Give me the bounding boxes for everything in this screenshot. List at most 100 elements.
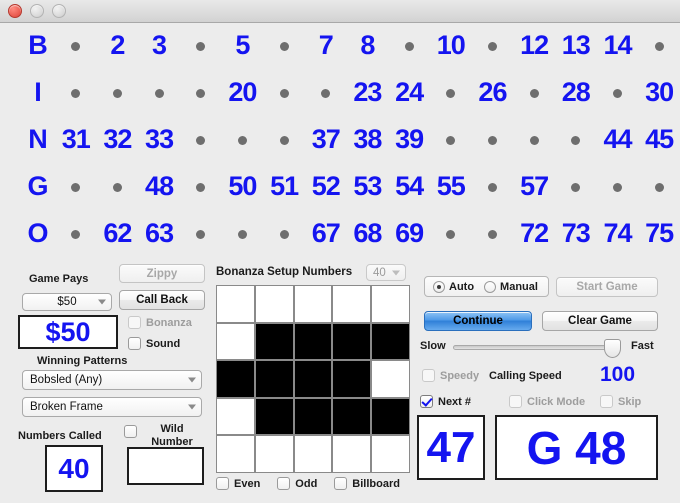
- board-cell[interactable]: 38: [347, 126, 389, 153]
- bonanza-grid[interactable]: [216, 285, 410, 473]
- bonanza-cell[interactable]: [256, 324, 293, 360]
- winning-pattern-2-select[interactable]: Broken Frame: [22, 397, 202, 417]
- bonanza-cell[interactable]: [333, 324, 370, 360]
- speed-slider-knob[interactable]: [604, 339, 621, 358]
- next-number-checkbox[interactable]: [420, 395, 433, 408]
- board-cell[interactable]: [555, 173, 597, 200]
- odd-checkbox[interactable]: [277, 477, 290, 490]
- board-cell[interactable]: 26: [472, 79, 514, 106]
- bonanza-cell[interactable]: [372, 436, 409, 472]
- board-cell[interactable]: 5: [222, 32, 264, 59]
- board-cell[interactable]: [472, 126, 514, 153]
- board-cell[interactable]: [55, 79, 97, 106]
- skip-checkbox-row[interactable]: Skip: [600, 395, 641, 408]
- board-cell[interactable]: [638, 32, 680, 59]
- bonanza-cell[interactable]: [256, 399, 293, 435]
- board-cell[interactable]: 10: [430, 32, 472, 59]
- board-cell[interactable]: [430, 79, 472, 106]
- bonanza-cell[interactable]: [217, 324, 254, 360]
- speedy-checkbox[interactable]: [422, 369, 435, 382]
- board-cell[interactable]: 37: [305, 126, 347, 153]
- bonanza-cell[interactable]: [372, 399, 409, 435]
- board-cell[interactable]: 20: [222, 79, 264, 106]
- bonanza-cell[interactable]: [372, 324, 409, 360]
- next-number-checkbox-row[interactable]: Next #: [420, 395, 471, 408]
- bonanza-cell[interactable]: [256, 361, 293, 397]
- board-cell[interactable]: [55, 32, 97, 59]
- clear-game-button[interactable]: Clear Game: [542, 311, 658, 331]
- board-cell[interactable]: 75: [638, 220, 680, 247]
- board-cell[interactable]: 45: [638, 126, 680, 153]
- skip-checkbox[interactable]: [600, 395, 613, 408]
- bonanza-cell[interactable]: [333, 361, 370, 397]
- board-cell[interactable]: [597, 173, 639, 200]
- board-cell[interactable]: [97, 173, 139, 200]
- board-cell[interactable]: 68: [347, 220, 389, 247]
- close-icon[interactable]: [8, 4, 22, 18]
- board-cell[interactable]: [555, 126, 597, 153]
- board-cell[interactable]: 48: [138, 173, 180, 200]
- board-cell[interactable]: 30: [638, 79, 680, 106]
- board-cell[interactable]: [180, 32, 222, 59]
- click-mode-checkbox-row[interactable]: Click Mode: [509, 395, 585, 408]
- board-cell[interactable]: 31: [55, 126, 97, 153]
- billboard-checkbox[interactable]: [334, 477, 347, 490]
- manual-radio-row[interactable]: Manual: [484, 281, 538, 293]
- board-cell[interactable]: 32: [97, 126, 139, 153]
- speed-slider-track[interactable]: [453, 345, 621, 350]
- board-cell[interactable]: [513, 79, 555, 106]
- board-cell[interactable]: 28: [555, 79, 597, 106]
- billboard-checkbox-row[interactable]: Billboard: [334, 477, 400, 490]
- bonanza-cell[interactable]: [372, 286, 409, 322]
- wild-number-input[interactable]: [127, 447, 204, 485]
- board-cell[interactable]: [638, 173, 680, 200]
- bonanza-checkbox[interactable]: [128, 316, 141, 329]
- board-cell[interactable]: 8: [347, 32, 389, 59]
- board-cell[interactable]: [388, 32, 430, 59]
- even-checkbox-row[interactable]: Even: [216, 477, 260, 490]
- bonanza-cell[interactable]: [256, 286, 293, 322]
- board-cell[interactable]: [597, 79, 639, 106]
- board-cell[interactable]: [180, 220, 222, 247]
- board-cell[interactable]: [180, 173, 222, 200]
- board-cell[interactable]: 73: [555, 220, 597, 247]
- board-cell[interactable]: [222, 220, 264, 247]
- bonanza-cell[interactable]: [217, 286, 254, 322]
- board-cell[interactable]: 57: [513, 173, 555, 200]
- board-cell[interactable]: [222, 126, 264, 153]
- board-cell[interactable]: 53: [347, 173, 389, 200]
- board-cell[interactable]: [55, 220, 97, 247]
- bonanza-count-select[interactable]: 40: [366, 264, 406, 281]
- board-cell[interactable]: [180, 126, 222, 153]
- board-cell[interactable]: 7: [305, 32, 347, 59]
- board-cell[interactable]: [472, 32, 514, 59]
- board-cell[interactable]: 55: [430, 173, 472, 200]
- bonanza-cell[interactable]: [333, 436, 370, 472]
- bonanza-cell[interactable]: [217, 436, 254, 472]
- start-game-button[interactable]: Start Game: [556, 277, 658, 297]
- board-cell[interactable]: [263, 220, 305, 247]
- winning-pattern-1-select[interactable]: Bobsled (Any): [22, 370, 202, 390]
- bonanza-cell[interactable]: [256, 436, 293, 472]
- bonanza-cell[interactable]: [217, 361, 254, 397]
- game-pays-select[interactable]: $50: [22, 293, 112, 311]
- board-cell[interactable]: [55, 173, 97, 200]
- board-cell[interactable]: 24: [388, 79, 430, 106]
- board-cell[interactable]: 51: [263, 173, 305, 200]
- auto-radio[interactable]: [433, 281, 445, 293]
- board-cell[interactable]: [472, 220, 514, 247]
- zoom-icon[interactable]: [52, 4, 66, 18]
- zippy-button[interactable]: Zippy: [119, 264, 205, 283]
- board-cell[interactable]: 52: [305, 173, 347, 200]
- bonanza-cell[interactable]: [372, 361, 409, 397]
- bonanza-cell[interactable]: [333, 286, 370, 322]
- board-cell[interactable]: 33: [138, 126, 180, 153]
- manual-radio[interactable]: [484, 281, 496, 293]
- board-cell[interactable]: 54: [388, 173, 430, 200]
- board-cell[interactable]: 23: [347, 79, 389, 106]
- bonanza-checkbox-row[interactable]: Bonanza: [128, 316, 192, 329]
- minimize-icon[interactable]: [30, 4, 44, 18]
- board-cell[interactable]: [263, 32, 305, 59]
- board-cell[interactable]: [180, 79, 222, 106]
- board-cell[interactable]: 74: [597, 220, 639, 247]
